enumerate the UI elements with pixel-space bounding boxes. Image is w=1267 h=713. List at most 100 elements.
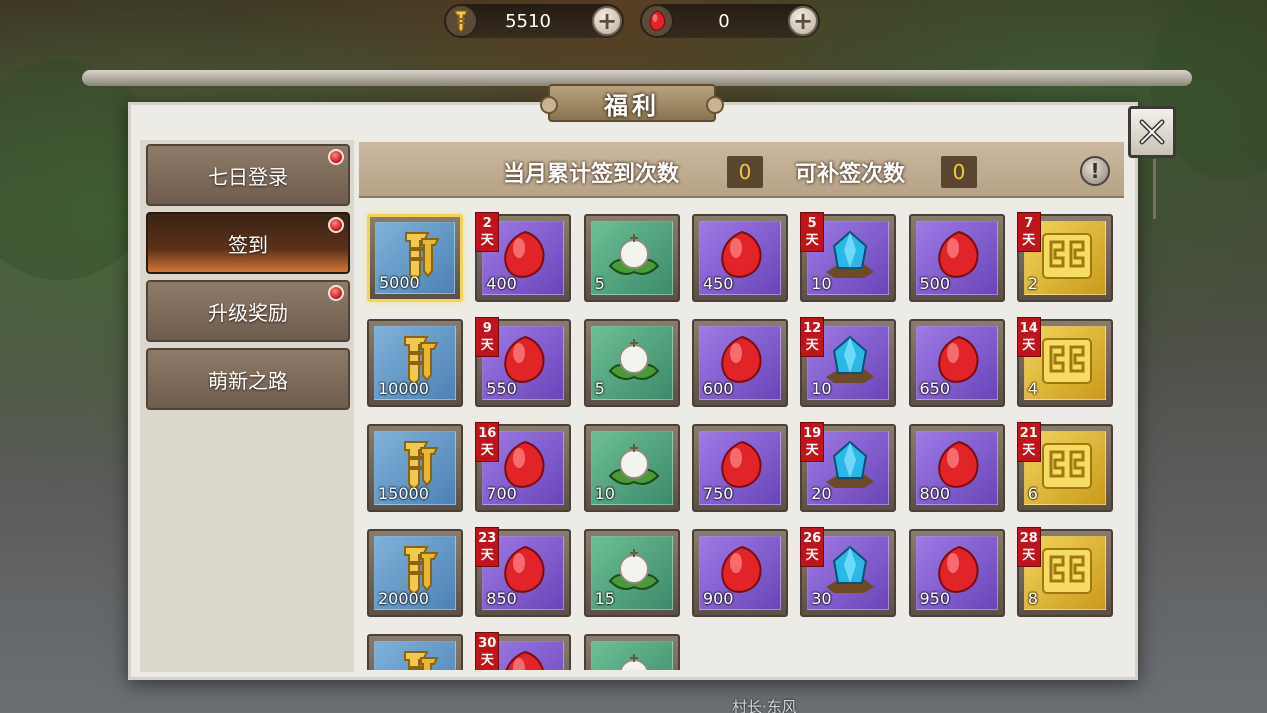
sidebar-item-label: 签到 — [228, 232, 268, 257]
reward-cell[interactable]: 10 — [583, 424, 680, 512]
close-button[interactable] — [1128, 106, 1176, 219]
close-tassel — [1153, 159, 1156, 219]
reward-cell[interactable]: 8 28 天 — [1016, 527, 1113, 617]
reward-cell[interactable]: 30 天 — [475, 632, 572, 670]
sidebar-item-label: 升级奖励 — [208, 300, 288, 325]
reward-cell[interactable]: 20000 — [367, 529, 463, 617]
reward-cell[interactable]: 500 — [908, 214, 1005, 302]
day-badge: 7天 — [1016, 212, 1041, 252]
reward-quantity: 450 — [702, 274, 734, 293]
reward-cell[interactable]: 10 12 天 — [800, 317, 897, 407]
sidebar-item-label: 萌新之路 — [208, 368, 288, 393]
reward-quantity: 10000 — [378, 379, 429, 398]
gem-currency: 0 + — [640, 4, 820, 38]
reward-cell[interactable]: 4 14 天 — [1016, 317, 1113, 407]
reward-slot: 15000 — [374, 431, 456, 505]
reward-quantity: 500 — [919, 274, 951, 293]
reward-cell[interactable]: 5 — [583, 319, 680, 407]
add-gem-button[interactable]: + — [788, 6, 818, 36]
reward-cell[interactable]: 900 — [691, 529, 788, 617]
reward-quantity: 30 — [811, 589, 832, 608]
reward-slot: 5000 — [375, 222, 455, 294]
day-badge: 21 天 — [1016, 422, 1041, 462]
monthly-sign-in-label: 当月累计签到次数 — [503, 162, 680, 187]
reward-quantity: 750 — [702, 484, 734, 503]
red-gem-icon — [640, 4, 674, 38]
reward-slot: 500 — [915, 221, 998, 295]
coin-ticket-icon — [444, 4, 478, 38]
reward-slot: 900 — [698, 536, 781, 610]
notification-dot — [328, 285, 344, 301]
reward-cell[interactable]: 10 5 天 — [800, 212, 897, 302]
day-badge: 28 天 — [1016, 527, 1041, 567]
makeup-sign-in-count: 0 — [941, 156, 977, 188]
reward-cell[interactable]: 6 21 天 — [1016, 422, 1113, 512]
day-badge: 12 天 — [800, 317, 825, 357]
reward-cell[interactable]: 30 26 天 — [800, 527, 897, 617]
day-badge: 16 天 — [475, 422, 500, 462]
reward-slot: 600 — [698, 326, 781, 400]
reward-quantity: 5 — [594, 379, 605, 398]
reward-cell[interactable]: 450 — [691, 214, 788, 302]
reward-quantity: 800 — [919, 484, 951, 503]
reward-grid: 5000 400 2 天 5 450 10 5 天 500 2 7 天 10000 550 9 天 5 600 10 1… — [359, 200, 1124, 670]
day-badge: 9天 — [475, 317, 500, 357]
reward-quantity: 900 — [702, 589, 734, 608]
reward-cell[interactable]: 550 9 天 — [475, 317, 572, 407]
reward-quantity: 10 — [811, 379, 832, 398]
day-badge: 2天 — [475, 212, 500, 252]
reward-cell[interactable]: 5 — [583, 214, 680, 302]
reward-quantity: 20000 — [378, 589, 429, 608]
reward-quantity: 400 — [486, 274, 517, 293]
reward-slot: 950 — [915, 536, 998, 610]
day-badge: 19 天 — [800, 422, 825, 462]
reward-slot: 5 — [590, 326, 673, 400]
day-badge: 26 天 — [800, 527, 825, 567]
reward-cell[interactable]: 20 19 天 — [800, 422, 897, 512]
day-badge: 5天 — [800, 212, 825, 252]
sidebar-item-seven-day-login[interactable]: 七日登录 — [146, 144, 350, 206]
reward-cell[interactable]: 650 — [908, 319, 1005, 407]
makeup-sign-in-label: 可补签次数 — [795, 162, 906, 187]
reward-cell[interactable]: 850 23 天 — [475, 527, 572, 617]
coin-currency: 5510 + — [444, 4, 624, 38]
reward-cell[interactable]: 700 16 天 — [475, 422, 572, 512]
reward-slot: 10 — [590, 431, 673, 505]
reward-quantity: 950 — [919, 589, 951, 608]
reward-cell[interactable]: 15 — [583, 529, 680, 617]
reward-quantity: 2 — [1027, 274, 1038, 293]
reward-quantity: 650 — [919, 379, 951, 398]
reward-quantity: 600 — [702, 379, 734, 398]
add-coin-button[interactable]: + — [592, 6, 622, 36]
reward-quantity: 10 — [811, 274, 832, 293]
reward-cell[interactable]: 600 — [691, 319, 788, 407]
day-badge: 30 天 — [475, 632, 500, 670]
sidebar-item-label: 七日登录 — [208, 164, 288, 189]
reward-quantity: 700 — [486, 484, 517, 503]
sidebar-item-level-reward[interactable]: 升级奖励 — [146, 280, 350, 342]
day-badge: 23 天 — [475, 527, 500, 567]
reward-quantity: 15 — [594, 589, 615, 608]
reward-cell[interactable]: 2 7天 — [1016, 212, 1113, 302]
exclamation-icon[interactable]: ! — [1080, 156, 1110, 186]
reward-cell[interactable]: 10000 — [367, 319, 463, 407]
sidebar-item-sign-in[interactable]: 签到 — [146, 212, 350, 274]
notification-dot — [328, 217, 344, 233]
panel-title: 福利 — [540, 84, 724, 122]
reward-cell[interactable] — [367, 634, 463, 670]
sidebar-item-newbie-road[interactable]: 萌新之路 — [146, 348, 350, 410]
sidebar: 七日登录 签到 升级奖励 萌新之路 — [140, 140, 354, 672]
reward-slot: 650 — [915, 326, 998, 400]
reward-quantity: 550 — [486, 379, 517, 398]
reward-cell[interactable]: 800 — [908, 424, 1005, 512]
reward-cell[interactable]: 400 2 天 — [475, 212, 572, 302]
reward-slot: 20000 — [374, 536, 456, 610]
reward-slot — [374, 641, 456, 670]
reward-cell[interactable] — [583, 634, 680, 670]
reward-cell[interactable]: 750 — [691, 424, 788, 512]
reward-cell[interactable]: 15000 — [367, 424, 463, 512]
reward-cell[interactable]: 5000 — [367, 214, 463, 302]
reward-slot: 450 — [698, 221, 781, 295]
sign-in-info-bar: 当月累计签到次数 0 可补签次数 0 ! — [359, 142, 1124, 198]
reward-cell[interactable]: 950 — [908, 529, 1005, 617]
